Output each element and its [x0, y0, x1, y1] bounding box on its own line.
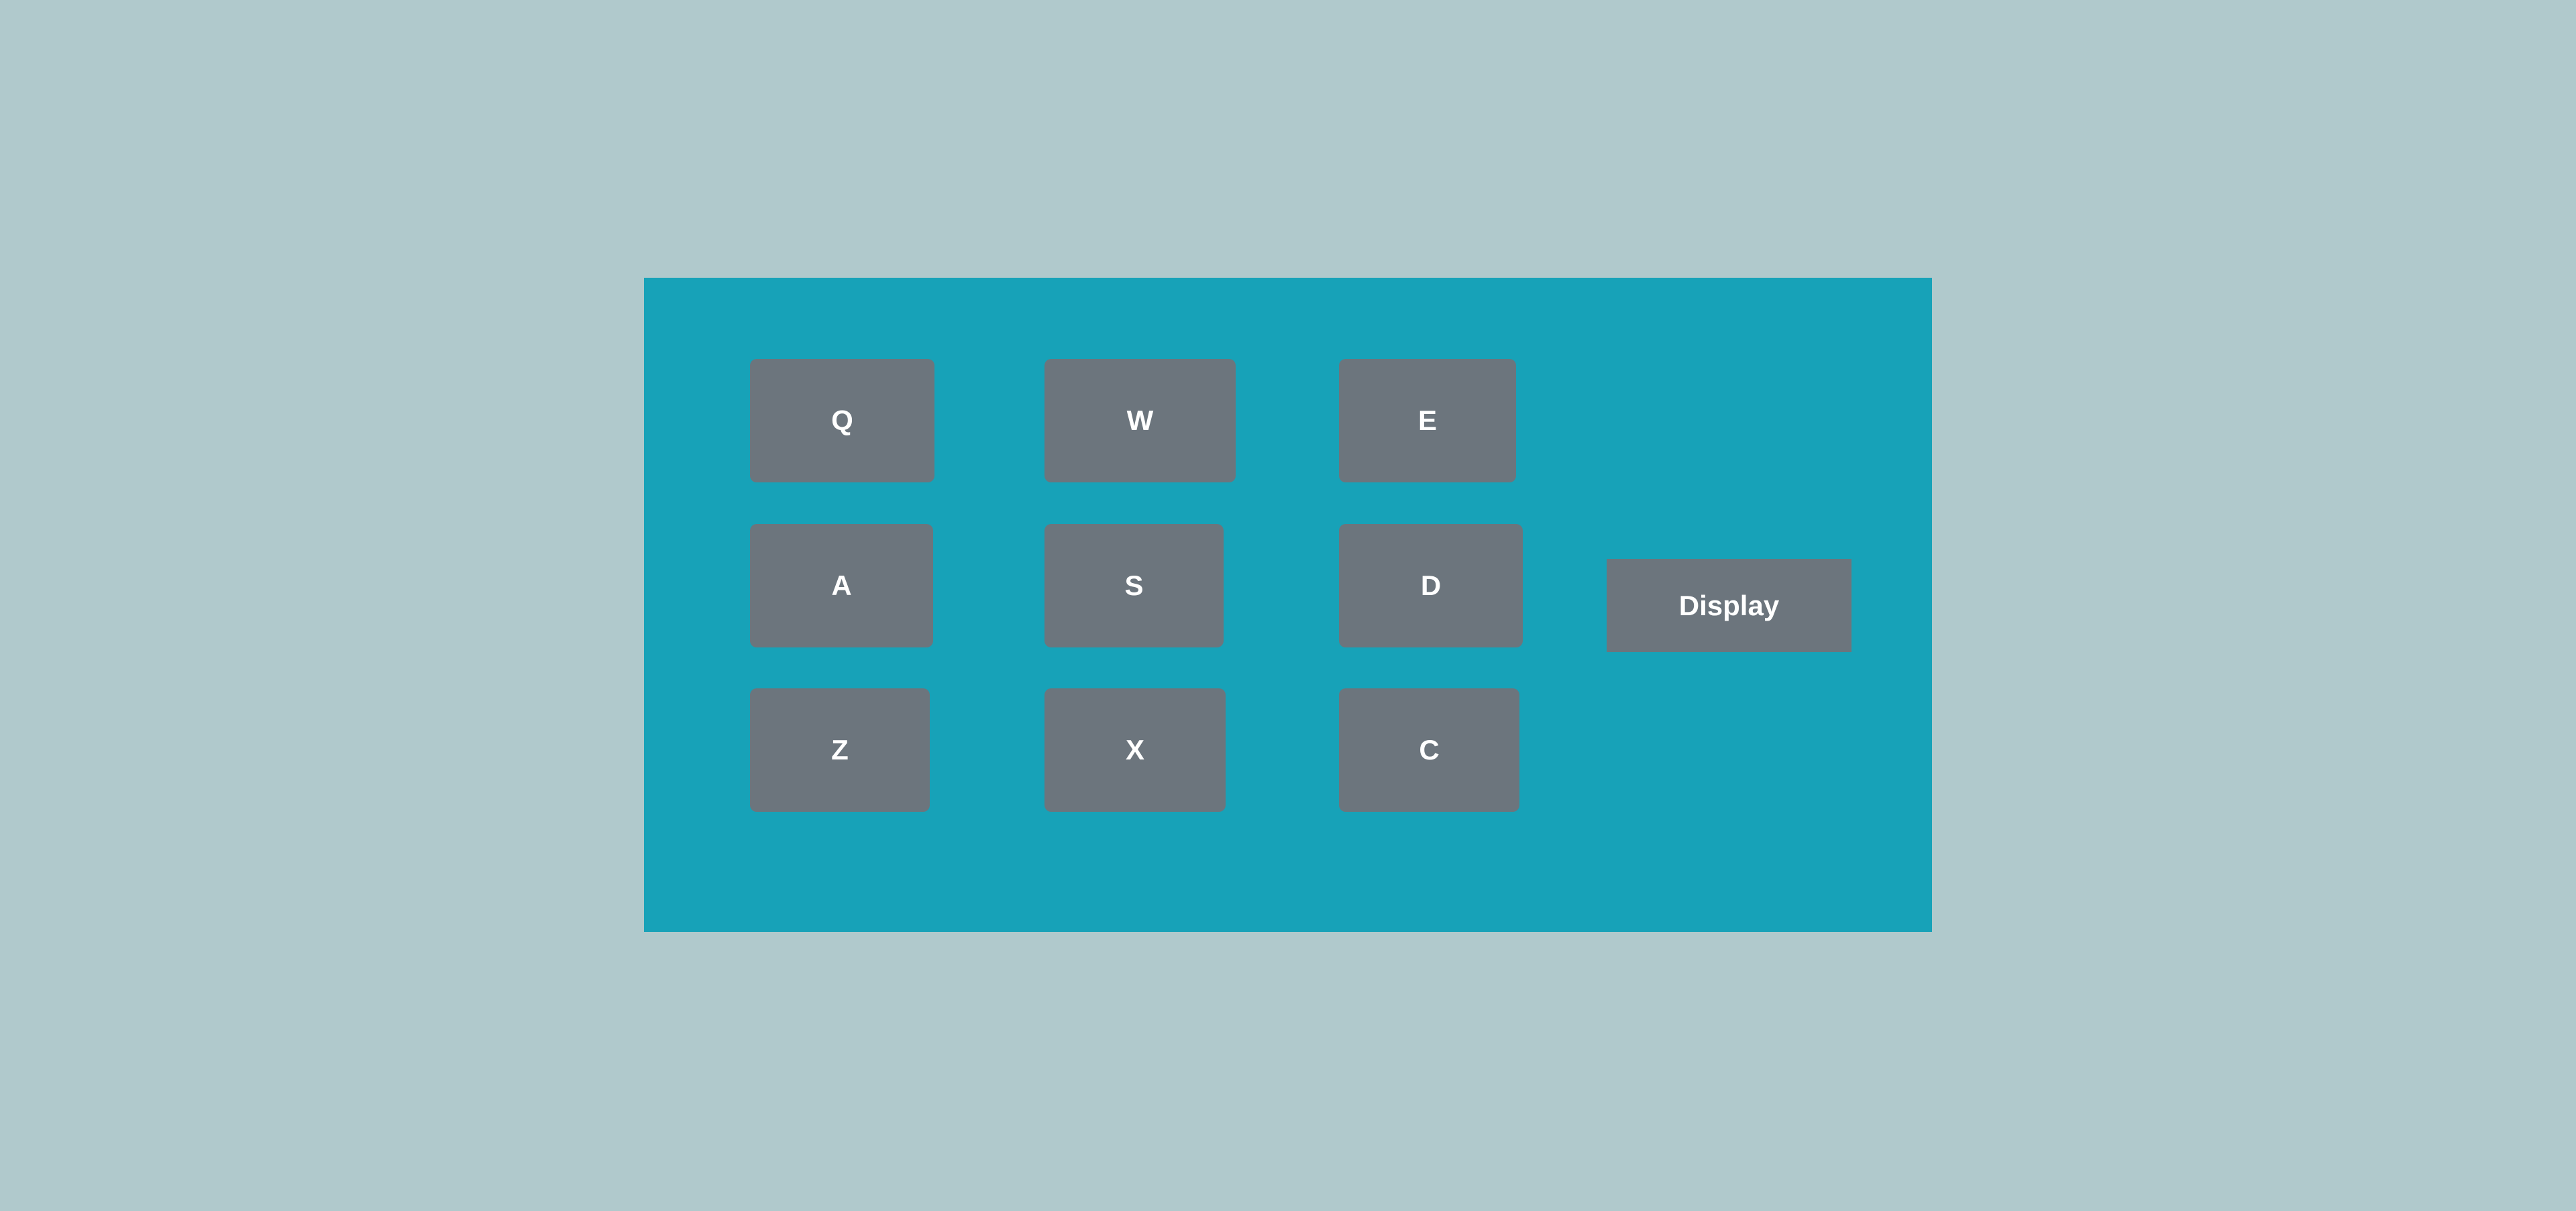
- key-a-button[interactable]: A: [750, 524, 933, 647]
- key-w-button[interactable]: W: [1044, 359, 1236, 482]
- key-c-button[interactable]: C: [1339, 688, 1519, 812]
- key-e-button[interactable]: E: [1339, 359, 1516, 482]
- key-s-button[interactable]: S: [1044, 524, 1224, 647]
- key-q-button[interactable]: Q: [750, 359, 934, 482]
- key-x-button[interactable]: X: [1044, 688, 1226, 812]
- key-z-button[interactable]: Z: [750, 688, 930, 812]
- key-d-button[interactable]: D: [1339, 524, 1523, 647]
- display-button[interactable]: Display: [1607, 559, 1851, 652]
- drum-pad-panel: Q W E A S D Z X C Display: [644, 278, 1932, 932]
